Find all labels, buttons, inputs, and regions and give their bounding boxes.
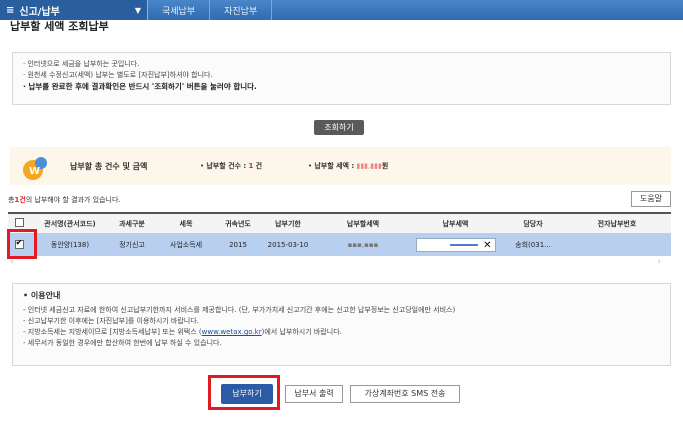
svg-text:W: W <box>29 166 40 177</box>
payment-amount-input[interactable]: ✕ <box>415 238 496 252</box>
guide-item: - 신고납부기한 이후에는 [자진납부]를 이용하시기 바랍니다. <box>23 317 199 325</box>
sms-virtual-account-button[interactable]: 가상계좌번호 SMS 전송 <box>350 385 460 403</box>
horizontal-scrollbar[interactable]: ‹ › <box>8 257 671 267</box>
summary-count: • 납부할 건수 : 1 건 <box>200 162 263 170</box>
breadcrumb-tax-payment[interactable]: 국세납부 <box>148 0 211 20</box>
cell-type: 정기신고 <box>119 241 145 249</box>
col-type: 과세구분 <box>119 219 145 228</box>
cell-manager: 송희(031... <box>515 241 551 249</box>
scroll-right-icon[interactable]: › <box>657 257 661 267</box>
col-amount-due: 납부할세액 <box>346 219 380 228</box>
cell-amount-due: ▪▪▪,▪▪▪ <box>347 241 379 249</box>
notice-item: · 인터넷으로 세금을 납부하는 곳입니다. <box>23 60 140 68</box>
cell-due: 2015-03-10 <box>267 241 309 249</box>
scroll-left-icon[interactable]: ‹ <box>10 257 14 267</box>
table-row[interactable]: 동안양(138) 정기신고 사업소득세 2015 2015-03-10 ▪▪▪,… <box>8 234 671 256</box>
notice-item: · 납부를 완료한 후에 결과확인은 반드시 '조회하기' 버튼을 눌러야 합니… <box>23 82 257 91</box>
notice-box: · 인터넷으로 세금을 납부하는 곳입니다. · 원천세 수정신고(세액) 납부… <box>12 52 671 105</box>
col-manager: 담당자 <box>523 219 543 228</box>
query-button[interactable]: 조회하기 <box>314 120 364 135</box>
col-due: 납부기한 <box>275 219 301 228</box>
usage-guide-box: • 이용안내 - 인터넷 세금신고 자료에 한하여 신고납부기한까지 서비스를 … <box>12 283 671 366</box>
col-epay-number: 전자납부번호 <box>597 219 637 228</box>
page-title: 납부할 세액 조회납부 <box>10 20 109 31</box>
caret-down-icon: ▼ <box>134 5 141 15</box>
table-header: 관서명(관서코드) 과세구분 세목 귀속년도 납부기한 납부할세액 납부세액 담… <box>8 214 671 234</box>
notice-item: · 원천세 수정신고(세액) 납부는 별도로 [자진납부]하셔야 합니다. <box>23 71 213 79</box>
result-count-text: 총1건의 납부해야 할 결과가 있습니다. <box>8 196 121 204</box>
checkbox-highlight <box>7 229 37 259</box>
guide-item: - 인터넷 세금신고 자료에 한하여 신고납부기한까지 서비스를 제공합니다. … <box>23 306 456 314</box>
cell-office: 동안양(138) <box>50 241 90 249</box>
menu-label: 신고/납부 <box>19 6 60 18</box>
top-navigation: ≡ 신고/납부 ▼ 국세납부 자진납부 <box>0 0 683 20</box>
summary-panel: W 납부할 총 건수 및 금액 • 납부할 건수 : 1 건 • 납부할 세액 … <box>10 147 671 185</box>
col-office: 관서명(관서코드) <box>44 219 96 228</box>
select-all-checkbox[interactable] <box>14 218 24 227</box>
col-payment: 납부세액 <box>442 219 469 228</box>
guide-item: - 세무서가 동일한 경우에만 합산하여 한번에 납부 하실 수 있습니다. <box>23 339 222 347</box>
menu-icon: ≡ <box>6 4 15 16</box>
usage-guide-title: • 이용안내 <box>23 291 61 300</box>
pay-button[interactable]: 납부하기 <box>221 384 273 404</box>
wetax-link[interactable]: www.wetax.go.kr <box>202 328 262 336</box>
col-tax: 세목 <box>179 219 193 228</box>
cell-tax: 사업소득세 <box>169 241 203 249</box>
menu-dropdown[interactable]: ≡ 신고/납부 ▼ <box>0 0 148 20</box>
col-year: 귀속년도 <box>225 219 251 228</box>
help-button[interactable]: 도움말 <box>631 191 671 207</box>
coin-icon: W <box>23 157 47 180</box>
breadcrumb-self-payment[interactable]: 자진납부 <box>210 0 273 20</box>
guide-item: - 지방소득세는 지방세이므로 [지방소득세납부] 또는 위택스 (www.we… <box>23 328 342 336</box>
tax-table: 관서명(관서코드) 과세구분 세목 귀속년도 납부기한 납부할세액 납부세액 담… <box>8 212 671 256</box>
cell-year: 2015 <box>229 241 247 249</box>
print-bill-button[interactable]: 납부서 출력 <box>285 385 343 403</box>
summary-amount: • 납부할 세액 : ▮▮▮,▮▮▮원 <box>308 162 389 170</box>
summary-title: 납부할 총 건수 및 금액 <box>70 162 148 171</box>
clear-icon[interactable]: ✕ <box>483 240 491 251</box>
cell-payment: ✕ <box>408 238 503 252</box>
